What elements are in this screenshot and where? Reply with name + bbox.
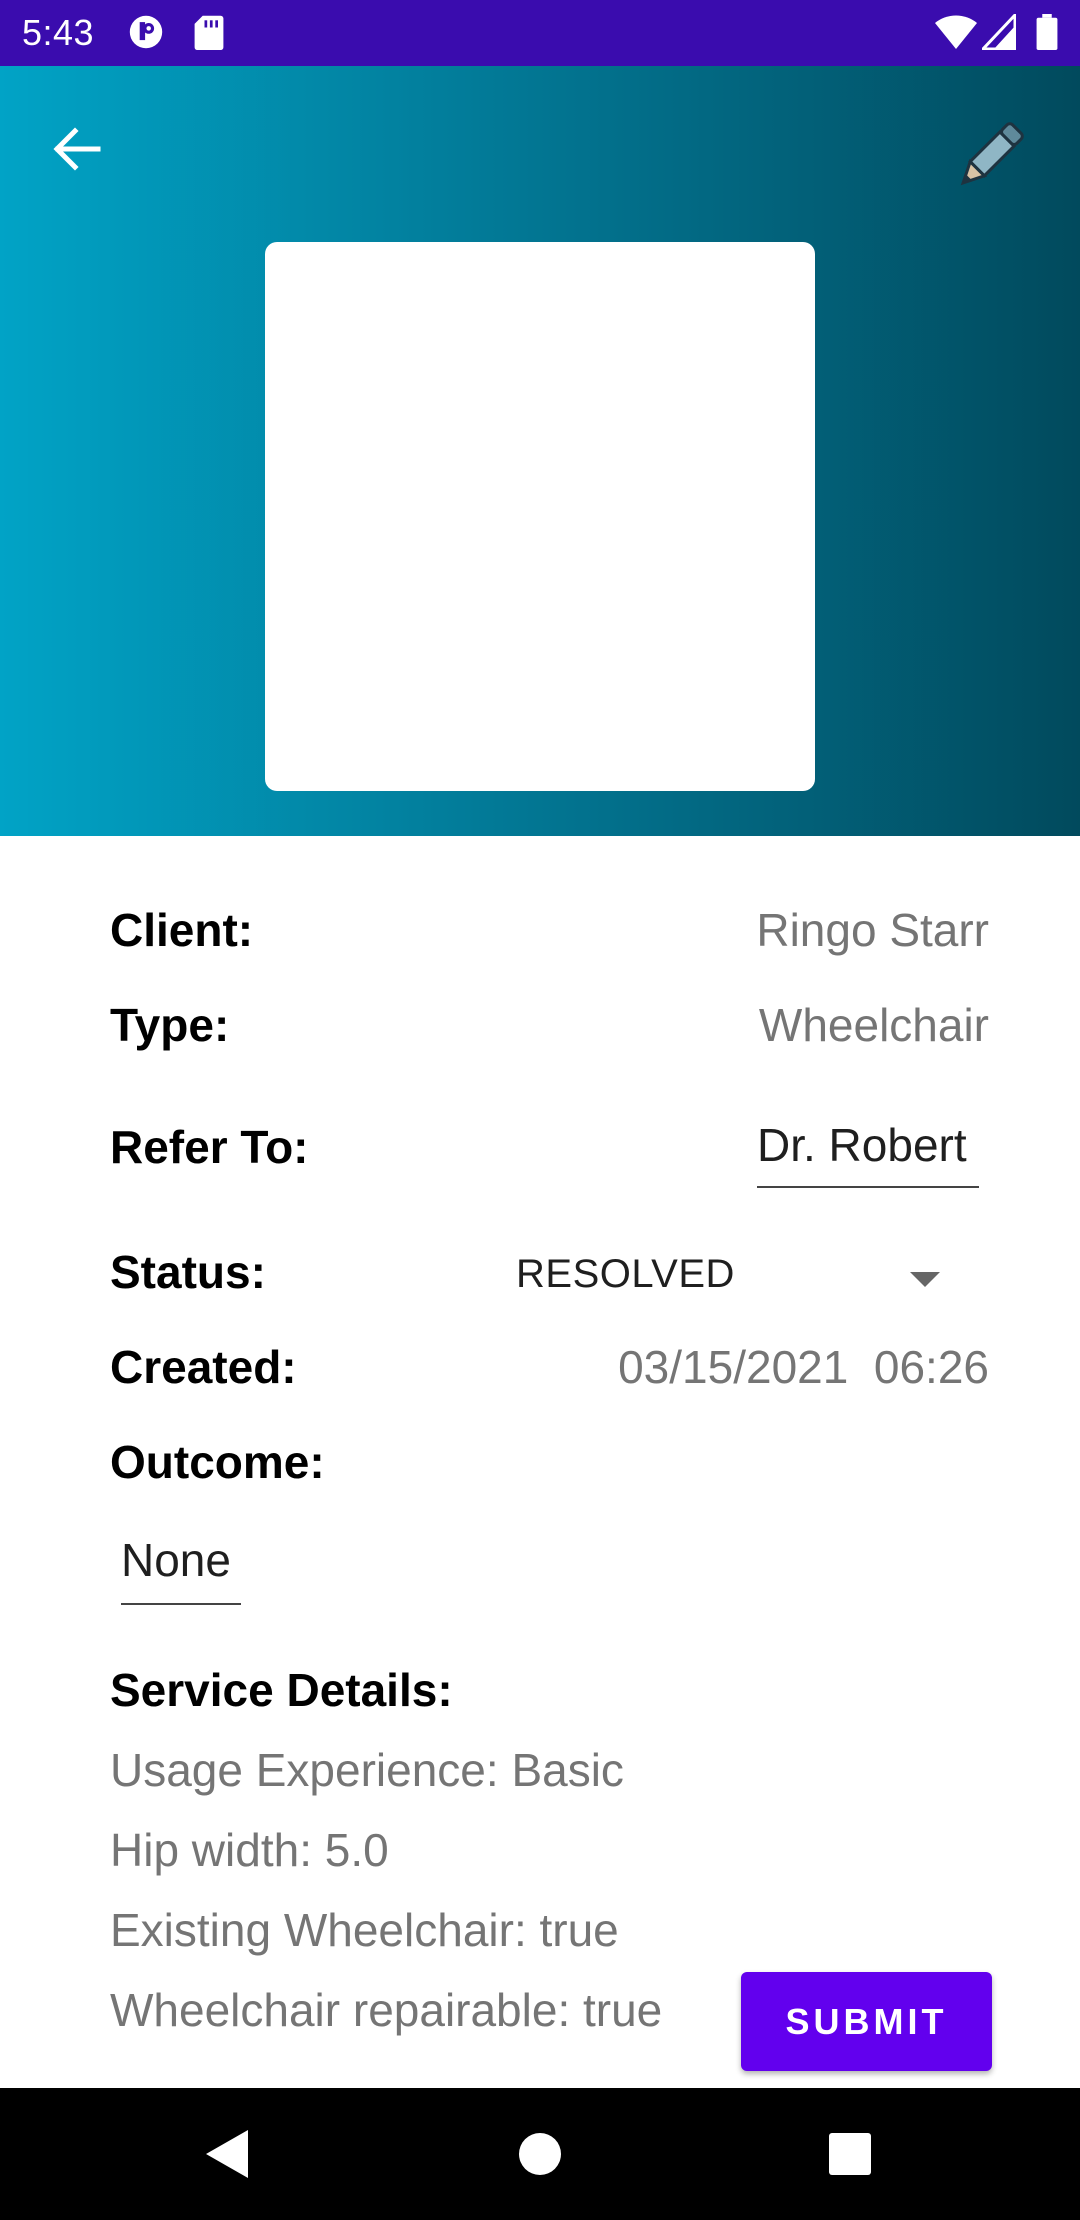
status-bar: 5:43 (0, 0, 1080, 66)
submit-button[interactable]: SUBMIT (741, 1972, 992, 2071)
type-value: Wheelchair (758, 999, 989, 1051)
profile-header (0, 66, 1080, 836)
status-value: RESOLVED (516, 1252, 735, 1296)
created-value: 03/15/2021 06:26 (618, 1341, 989, 1393)
created-label: Created: (110, 1341, 297, 1393)
outcome-value: None (121, 1534, 231, 1586)
service-detail-line: Hip width: 5.0 (110, 1824, 389, 1876)
type-label: Type: (110, 999, 230, 1051)
service-details-label: Service Details: (110, 1664, 453, 1716)
dropdown-arrow-icon (910, 1272, 940, 1287)
pencil-icon[interactable] (948, 114, 1032, 198)
nav-home-icon[interactable] (512, 2126, 568, 2182)
system-nav-bar (0, 2088, 1080, 2220)
client-photo (265, 242, 815, 791)
nav-recents-icon[interactable] (822, 2126, 878, 2182)
service-detail-line: Existing Wheelchair: true (110, 1904, 619, 1956)
status-time: 5:43 (22, 12, 95, 53)
sd-card-icon (194, 15, 224, 50)
refer-to-value: Dr. Robert (757, 1119, 967, 1171)
status-label: Status: (110, 1246, 266, 1298)
client-label: Client: (110, 904, 254, 956)
refer-to-field[interactable]: Dr. Robert (757, 1118, 979, 1188)
wifi-icon (935, 15, 977, 49)
service-detail-line: Wheelchair repairable: true (110, 1984, 663, 2036)
notification-app-icon (129, 15, 163, 49)
cellular-signal-icon (982, 14, 1016, 50)
arrow-back-icon[interactable] (44, 116, 110, 182)
battery-icon (1036, 14, 1058, 50)
client-value: Ringo Starr (756, 904, 989, 956)
outcome-label: Outcome: (110, 1436, 325, 1488)
refer-label: Refer To: (110, 1121, 309, 1173)
status-dropdown[interactable]: RESOLVED (510, 1240, 950, 1314)
service-detail-line: Usage Experience: Basic (110, 1744, 624, 1796)
outcome-field[interactable]: None (121, 1533, 241, 1605)
nav-back-icon[interactable] (198, 2126, 254, 2182)
